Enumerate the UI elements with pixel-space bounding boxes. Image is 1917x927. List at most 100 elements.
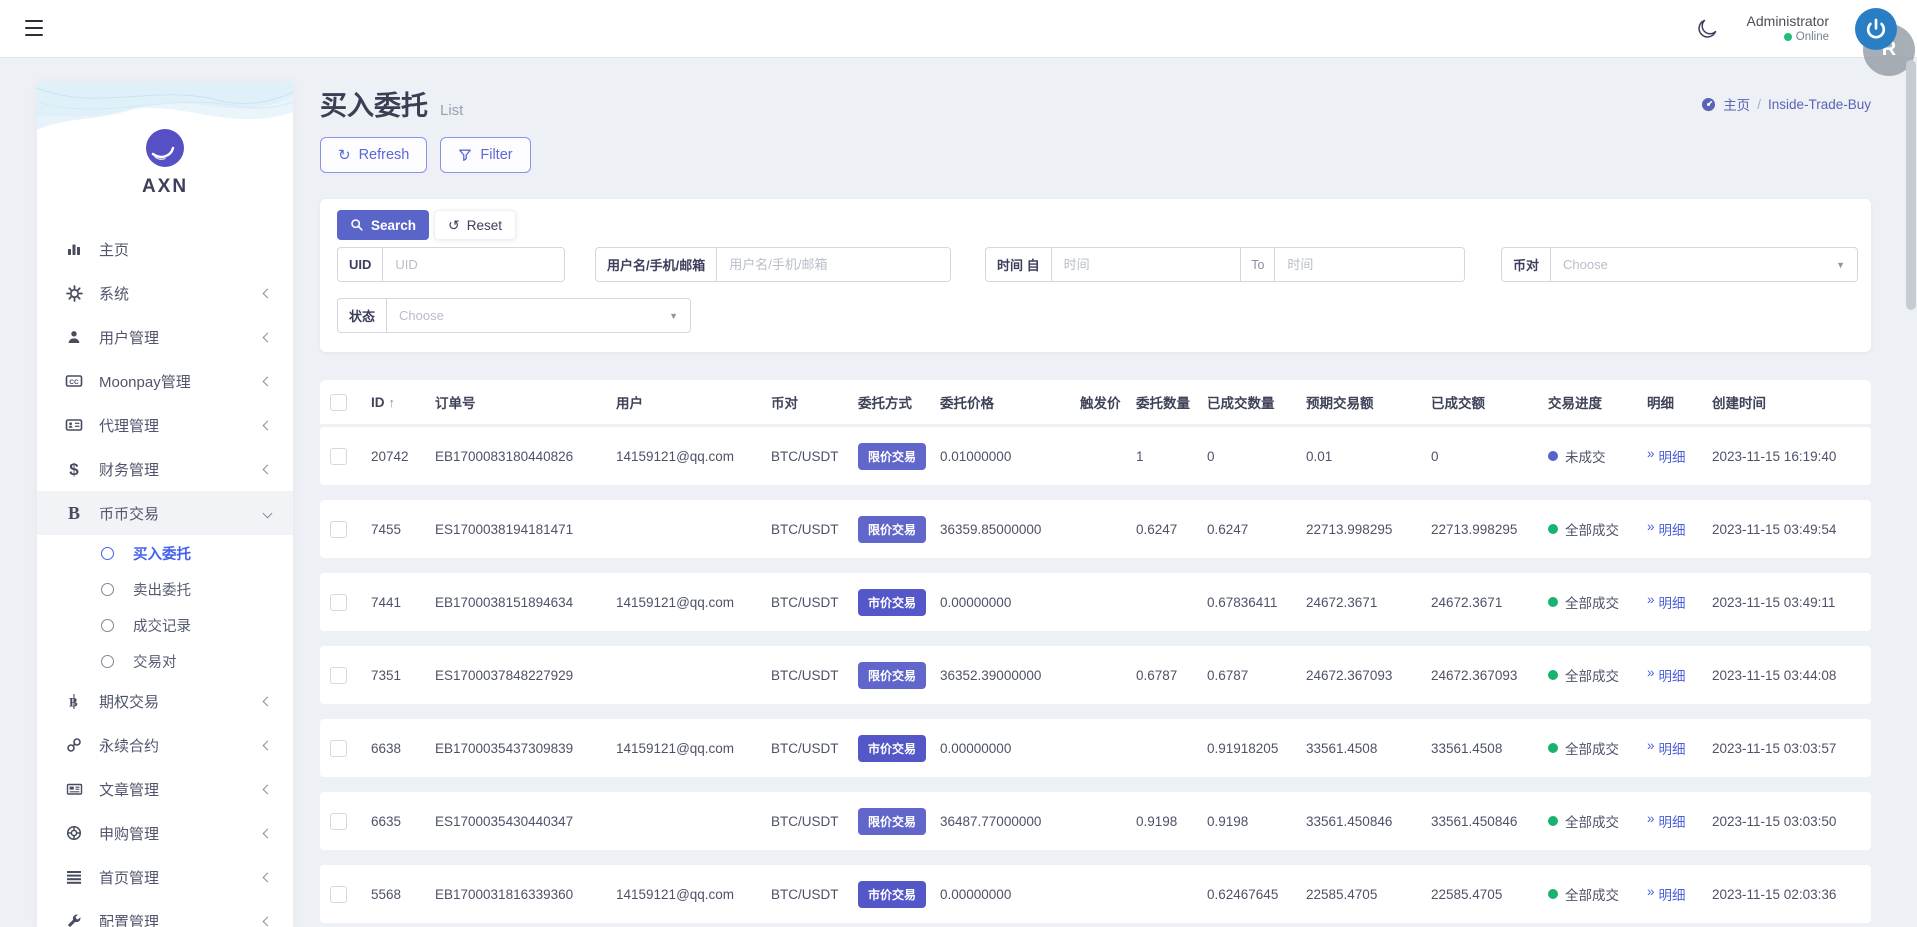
cell-order: EB1700083180440826	[435, 448, 574, 464]
sidebar-item-spot-trading[interactable]: B 币币交易	[37, 491, 293, 535]
status-select[interactable]: Choose ▼	[387, 299, 690, 332]
cell-detail: » 明细	[1647, 811, 1712, 831]
dashboard-icon	[1702, 97, 1716, 111]
sidebar-subitem-trading-pairs[interactable]: 交易对	[37, 643, 293, 679]
time-to-input[interactable]	[1274, 248, 1464, 281]
cell-filled_qty: 0	[1207, 448, 1215, 464]
sidebar-subitem-sell-orders[interactable]: 卖出委托	[37, 571, 293, 607]
sidebar-item-agent-management[interactable]: 代理管理	[37, 403, 293, 447]
detail-link[interactable]: » 明细	[1647, 592, 1686, 612]
sidebar-item-label: 期权交易	[99, 693, 160, 711]
sidebar-item-user-management[interactable]: 用户管理	[37, 315, 293, 359]
cell-type: 限价交易	[858, 442, 940, 470]
uid-input[interactable]	[383, 248, 564, 281]
sidebar-item-options-trading[interactable]: B 期权交易	[37, 679, 293, 723]
time-filter-group: 时间 自 To	[985, 247, 1465, 282]
row-checkbox[interactable]	[330, 593, 347, 611]
pair-select[interactable]: Choose ▼	[1551, 248, 1857, 281]
detail-link[interactable]: » 明细	[1647, 811, 1686, 831]
cell-pair: BTC/USDT	[771, 594, 839, 610]
sidebar-item-label: 代理管理	[99, 417, 160, 435]
moon-icon	[1697, 19, 1716, 38]
detail-link[interactable]: » 明细	[1647, 519, 1686, 539]
row-checkbox[interactable]	[330, 739, 347, 757]
cell-id: 20742	[371, 448, 409, 464]
detail-link[interactable]: » 明细	[1647, 884, 1686, 904]
cell-order: ES1700035430440347	[435, 813, 574, 829]
detail-link[interactable]: » 明细	[1647, 665, 1686, 685]
filter-panel: Search ↺ Reset UID 用户名/手机/邮箱 时间 自 To 币对 …	[320, 199, 1871, 352]
refresh-button[interactable]: ↻ Refresh	[320, 137, 428, 173]
circle-icon	[101, 546, 114, 560]
column-header-expected: 预期交易额	[1306, 396, 1374, 411]
sidebar-item-subscription-management[interactable]: 申购管理	[37, 811, 293, 855]
coin-b-icon: B	[67, 503, 80, 523]
online-label: Online	[1795, 31, 1829, 44]
detail-link[interactable]: » 明细	[1647, 446, 1686, 466]
breadcrumb-current[interactable]: Inside-Trade-Buy	[1768, 97, 1871, 112]
table-row: 7441 EB1700038151894634 14159121@qq.com BTC…	[320, 573, 1871, 631]
column-header-id[interactable]: ID ↑	[371, 395, 435, 410]
sidebar-item-finance-management[interactable]: $ 财务管理	[37, 447, 293, 491]
topbar: Administrator Online R	[0, 0, 1917, 76]
avatar[interactable]: R	[1855, 6, 1915, 76]
reset-icon: ↺	[448, 216, 460, 233]
column-header-trigger: 触发价	[1080, 396, 1121, 411]
row-checkbox[interactable]	[330, 520, 347, 538]
circle-icon	[101, 582, 114, 596]
select-all-checkbox[interactable]	[330, 393, 347, 411]
row-checkbox[interactable]	[330, 666, 347, 684]
sidebar-item-home[interactable]: 主页	[37, 227, 293, 271]
status-dot	[1548, 451, 1558, 461]
table-row: 6635 ES1700035430440347 BTC/USDT 限价交易 36487.…	[320, 792, 1871, 850]
reset-button[interactable]: ↺ Reset	[434, 210, 517, 240]
cell-progress: 全部成交	[1548, 738, 1647, 758]
uid-label: UID	[338, 248, 384, 281]
row-checkbox[interactable]	[330, 885, 347, 903]
wrench-icon	[64, 913, 84, 927]
detail-link[interactable]: » 明细	[1647, 738, 1686, 758]
sidebar-subitem-buy-orders[interactable]: 买入委托	[37, 535, 293, 571]
cell-type: 市价交易	[858, 734, 940, 762]
scrollbar-thumb[interactable]	[1906, 60, 1916, 310]
filter-button[interactable]: Filter	[440, 137, 531, 173]
dark-mode-toggle[interactable]	[1695, 16, 1721, 42]
column-header-filled_qty: 已成交数量	[1207, 396, 1275, 411]
cell-filled_qty: 0.6787	[1207, 667, 1249, 683]
column-header-progress: 交易进度	[1548, 396, 1602, 411]
cell-progress: 全部成交	[1548, 592, 1647, 612]
sidebar-item-homepage-management[interactable]: 首页管理	[37, 855, 293, 899]
row-checkbox[interactable]	[330, 812, 347, 830]
menu-toggle-button[interactable]	[25, 20, 43, 36]
order-type-badge: 限价交易	[858, 442, 927, 470]
status-label: 全部成交	[1565, 742, 1619, 757]
sidebar-item-article-management[interactable]: 文章管理	[37, 767, 293, 811]
cell-qty: 0.6787	[1136, 667, 1178, 683]
user-input[interactable]	[717, 248, 950, 281]
sidebar-item-label: 用户管理	[99, 329, 160, 347]
time-from-input[interactable]	[1051, 248, 1241, 281]
breadcrumb-home[interactable]: 主页	[1723, 94, 1750, 114]
chevron-left-icon	[262, 696, 273, 706]
sort-arrow-up-icon: ↑	[388, 394, 396, 410]
sidebar-subitem-trade-records[interactable]: 成交记录	[37, 607, 293, 643]
search-button[interactable]: Search	[337, 210, 430, 240]
cell-pair: BTC/USDT	[771, 886, 839, 902]
cell-expected: 24672.3671	[1306, 594, 1378, 610]
sidebar-item-config-management[interactable]: 配置管理	[37, 899, 293, 927]
cell-price: 36487.77000000	[940, 813, 1042, 829]
cell-order: ES1700038194181471	[435, 521, 574, 537]
sidebar-item-perpetual-contracts[interactable]: 永续合约	[37, 723, 293, 767]
status-dot	[1548, 743, 1558, 753]
user-filter-group: 用户名/手机/邮箱	[595, 247, 951, 282]
baht-icon: B	[64, 693, 84, 710]
chevron-left-icon	[262, 332, 273, 342]
sidebar-item-system[interactable]: 系统	[37, 271, 293, 315]
power-logo-icon	[1855, 7, 1897, 50]
table-row: 5568 EB1700031816339360 14159121@qq.com BTC…	[320, 865, 1871, 923]
orders-table: 20742 EB1700083180440826 14159121@qq.com BT…	[320, 427, 1871, 927]
refresh-icon: ↻	[338, 146, 351, 164]
cell-order: EB1700035437309839	[435, 740, 574, 756]
sidebar-item-moonpay-management[interactable]: CC Moonpay管理	[37, 359, 293, 403]
row-checkbox[interactable]	[330, 447, 347, 465]
